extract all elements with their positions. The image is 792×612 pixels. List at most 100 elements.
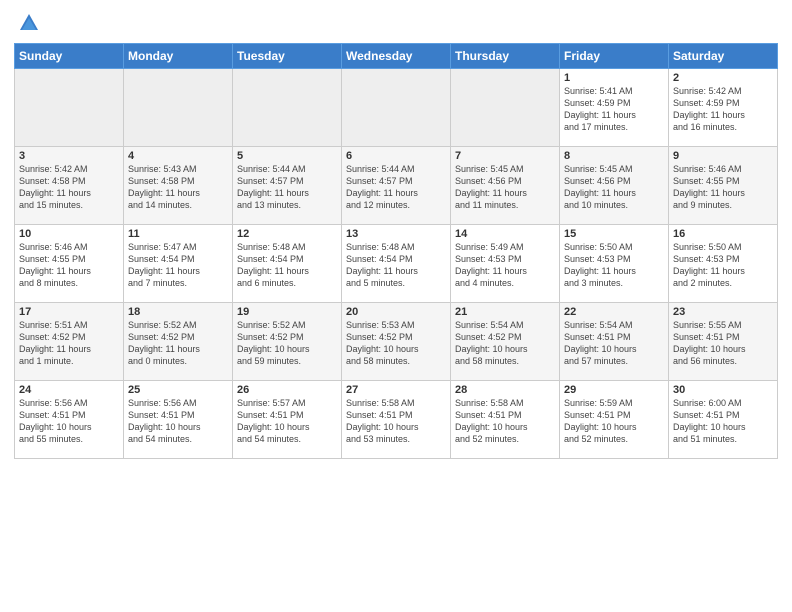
day-info: Sunrise: 5:44 AM Sunset: 4:57 PM Dayligh…: [237, 163, 337, 212]
logo: [14, 14, 40, 39]
day-cell: 24Sunrise: 5:56 AM Sunset: 4:51 PM Dayli…: [15, 381, 124, 459]
day-info: Sunrise: 5:50 AM Sunset: 4:53 PM Dayligh…: [673, 241, 773, 290]
day-number: 10: [19, 228, 119, 240]
day-cell: 22Sunrise: 5:54 AM Sunset: 4:51 PM Dayli…: [560, 303, 669, 381]
day-cell: 9Sunrise: 5:46 AM Sunset: 4:55 PM Daylig…: [669, 147, 778, 225]
day-number: 19: [237, 306, 337, 318]
day-info: Sunrise: 5:42 AM Sunset: 4:59 PM Dayligh…: [673, 85, 773, 134]
day-cell: 6Sunrise: 5:44 AM Sunset: 4:57 PM Daylig…: [342, 147, 451, 225]
day-number: 16: [673, 228, 773, 240]
day-cell: 17Sunrise: 5:51 AM Sunset: 4:52 PM Dayli…: [15, 303, 124, 381]
weekday-header-sunday: Sunday: [15, 44, 124, 69]
day-number: 15: [564, 228, 664, 240]
day-number: 4: [128, 150, 228, 162]
day-info: Sunrise: 5:49 AM Sunset: 4:53 PM Dayligh…: [455, 241, 555, 290]
day-number: 22: [564, 306, 664, 318]
day-info: Sunrise: 5:46 AM Sunset: 4:55 PM Dayligh…: [673, 163, 773, 212]
day-number: 29: [564, 384, 664, 396]
day-cell: 19Sunrise: 5:52 AM Sunset: 4:52 PM Dayli…: [233, 303, 342, 381]
day-info: Sunrise: 5:58 AM Sunset: 4:51 PM Dayligh…: [455, 397, 555, 446]
day-number: 9: [673, 150, 773, 162]
logo-icon: [18, 12, 40, 39]
weekday-header-wednesday: Wednesday: [342, 44, 451, 69]
day-info: Sunrise: 5:48 AM Sunset: 4:54 PM Dayligh…: [346, 241, 446, 290]
day-cell: [233, 69, 342, 147]
header: [14, 10, 778, 39]
day-info: Sunrise: 5:53 AM Sunset: 4:52 PM Dayligh…: [346, 319, 446, 368]
day-info: Sunrise: 5:46 AM Sunset: 4:55 PM Dayligh…: [19, 241, 119, 290]
day-info: Sunrise: 5:54 AM Sunset: 4:52 PM Dayligh…: [455, 319, 555, 368]
day-cell: 15Sunrise: 5:50 AM Sunset: 4:53 PM Dayli…: [560, 225, 669, 303]
weekday-header-thursday: Thursday: [451, 44, 560, 69]
day-cell: 30Sunrise: 6:00 AM Sunset: 4:51 PM Dayli…: [669, 381, 778, 459]
day-number: 5: [237, 150, 337, 162]
day-info: Sunrise: 5:52 AM Sunset: 4:52 PM Dayligh…: [237, 319, 337, 368]
day-number: 1: [564, 72, 664, 84]
day-cell: 12Sunrise: 5:48 AM Sunset: 4:54 PM Dayli…: [233, 225, 342, 303]
weekday-header-tuesday: Tuesday: [233, 44, 342, 69]
calendar-container: SundayMondayTuesdayWednesdayThursdayFrid…: [0, 0, 792, 469]
day-info: Sunrise: 5:54 AM Sunset: 4:51 PM Dayligh…: [564, 319, 664, 368]
day-cell: 20Sunrise: 5:53 AM Sunset: 4:52 PM Dayli…: [342, 303, 451, 381]
day-cell: 21Sunrise: 5:54 AM Sunset: 4:52 PM Dayli…: [451, 303, 560, 381]
day-cell: [342, 69, 451, 147]
day-cell: 16Sunrise: 5:50 AM Sunset: 4:53 PM Dayli…: [669, 225, 778, 303]
weekday-header-monday: Monday: [124, 44, 233, 69]
day-number: 13: [346, 228, 446, 240]
day-number: 14: [455, 228, 555, 240]
day-number: 3: [19, 150, 119, 162]
day-cell: 18Sunrise: 5:52 AM Sunset: 4:52 PM Dayli…: [124, 303, 233, 381]
day-cell: 10Sunrise: 5:46 AM Sunset: 4:55 PM Dayli…: [15, 225, 124, 303]
day-number: 30: [673, 384, 773, 396]
day-info: Sunrise: 5:56 AM Sunset: 4:51 PM Dayligh…: [19, 397, 119, 446]
day-cell: 3Sunrise: 5:42 AM Sunset: 4:58 PM Daylig…: [15, 147, 124, 225]
weekday-header-saturday: Saturday: [669, 44, 778, 69]
day-cell: 4Sunrise: 5:43 AM Sunset: 4:58 PM Daylig…: [124, 147, 233, 225]
day-cell: 13Sunrise: 5:48 AM Sunset: 4:54 PM Dayli…: [342, 225, 451, 303]
day-cell: 7Sunrise: 5:45 AM Sunset: 4:56 PM Daylig…: [451, 147, 560, 225]
day-info: Sunrise: 5:57 AM Sunset: 4:51 PM Dayligh…: [237, 397, 337, 446]
day-number: 26: [237, 384, 337, 396]
day-number: 21: [455, 306, 555, 318]
day-cell: 27Sunrise: 5:58 AM Sunset: 4:51 PM Dayli…: [342, 381, 451, 459]
day-number: 11: [128, 228, 228, 240]
day-number: 17: [19, 306, 119, 318]
day-info: Sunrise: 5:55 AM Sunset: 4:51 PM Dayligh…: [673, 319, 773, 368]
day-number: 2: [673, 72, 773, 84]
calendar-table: SundayMondayTuesdayWednesdayThursdayFrid…: [14, 43, 778, 459]
day-number: 7: [455, 150, 555, 162]
day-info: Sunrise: 5:45 AM Sunset: 4:56 PM Dayligh…: [564, 163, 664, 212]
day-cell: 1Sunrise: 5:41 AM Sunset: 4:59 PM Daylig…: [560, 69, 669, 147]
weekday-header-friday: Friday: [560, 44, 669, 69]
day-info: Sunrise: 5:56 AM Sunset: 4:51 PM Dayligh…: [128, 397, 228, 446]
day-cell: 26Sunrise: 5:57 AM Sunset: 4:51 PM Dayli…: [233, 381, 342, 459]
week-row-3: 10Sunrise: 5:46 AM Sunset: 4:55 PM Dayli…: [15, 225, 778, 303]
day-info: Sunrise: 6:00 AM Sunset: 4:51 PM Dayligh…: [673, 397, 773, 446]
day-cell: 2Sunrise: 5:42 AM Sunset: 4:59 PM Daylig…: [669, 69, 778, 147]
day-cell: [15, 69, 124, 147]
day-info: Sunrise: 5:50 AM Sunset: 4:53 PM Dayligh…: [564, 241, 664, 290]
day-info: Sunrise: 5:48 AM Sunset: 4:54 PM Dayligh…: [237, 241, 337, 290]
day-number: 28: [455, 384, 555, 396]
day-number: 18: [128, 306, 228, 318]
day-cell: 25Sunrise: 5:56 AM Sunset: 4:51 PM Dayli…: [124, 381, 233, 459]
day-number: 20: [346, 306, 446, 318]
day-info: Sunrise: 5:45 AM Sunset: 4:56 PM Dayligh…: [455, 163, 555, 212]
day-info: Sunrise: 5:43 AM Sunset: 4:58 PM Dayligh…: [128, 163, 228, 212]
day-info: Sunrise: 5:44 AM Sunset: 4:57 PM Dayligh…: [346, 163, 446, 212]
day-number: 25: [128, 384, 228, 396]
day-cell: 14Sunrise: 5:49 AM Sunset: 4:53 PM Dayli…: [451, 225, 560, 303]
day-info: Sunrise: 5:51 AM Sunset: 4:52 PM Dayligh…: [19, 319, 119, 368]
day-info: Sunrise: 5:42 AM Sunset: 4:58 PM Dayligh…: [19, 163, 119, 212]
day-cell: [451, 69, 560, 147]
day-number: 23: [673, 306, 773, 318]
day-info: Sunrise: 5:59 AM Sunset: 4:51 PM Dayligh…: [564, 397, 664, 446]
week-row-2: 3Sunrise: 5:42 AM Sunset: 4:58 PM Daylig…: [15, 147, 778, 225]
day-number: 27: [346, 384, 446, 396]
day-info: Sunrise: 5:58 AM Sunset: 4:51 PM Dayligh…: [346, 397, 446, 446]
day-cell: 23Sunrise: 5:55 AM Sunset: 4:51 PM Dayli…: [669, 303, 778, 381]
day-cell: 8Sunrise: 5:45 AM Sunset: 4:56 PM Daylig…: [560, 147, 669, 225]
week-row-5: 24Sunrise: 5:56 AM Sunset: 4:51 PM Dayli…: [15, 381, 778, 459]
day-number: 12: [237, 228, 337, 240]
day-number: 6: [346, 150, 446, 162]
